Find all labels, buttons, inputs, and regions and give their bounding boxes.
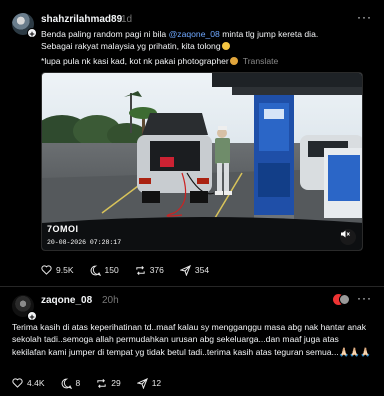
share-icon: [136, 377, 148, 389]
more-options-icon[interactable]: ···: [357, 291, 372, 305]
like-count: 4.4K: [27, 378, 45, 388]
share-count: 354: [194, 265, 210, 275]
comment-count: 8: [75, 378, 81, 388]
dashcam-brand: 7OMOI: [47, 224, 79, 234]
post-text-footnote: *lupa pula nk kasi kad, kot nk pakai pho…: [41, 55, 371, 67]
post-time[interactable]: 1d: [121, 14, 132, 25]
repost-count: 29: [111, 378, 121, 388]
heart-icon: [41, 265, 52, 275]
thread-reply: + zaqone_08 20h ··· Terima kasih di atas…: [0, 286, 384, 396]
repost-icon: [97, 378, 106, 388]
more-options-icon[interactable]: ···: [357, 10, 372, 24]
reply-username[interactable]: zaqone_08: [41, 295, 92, 306]
comment-icon: [61, 378, 72, 389]
reply-actions: 4.4K 8 29 12: [12, 376, 177, 390]
translate-link[interactable]: Translate: [243, 56, 279, 66]
smiling-emoji-icon: [221, 42, 230, 51]
speaker-muted-icon[interactable]: [340, 229, 356, 245]
repost-button[interactable]: 29: [96, 378, 121, 389]
avatar: [339, 294, 350, 305]
video-player[interactable]: 7OMOI 20-08-2026 07:28:17: [41, 72, 363, 251]
thread-post: + shahzrilahmad89 1d ··· Benda paling ra…: [0, 0, 384, 286]
post-actions: 9.5K 150 376 354: [41, 263, 225, 277]
post-username[interactable]: shahzrilahmad89: [41, 14, 122, 25]
comment-button[interactable]: 8: [61, 378, 81, 389]
like-button[interactable]: 4.4K: [12, 378, 45, 388]
reply-time[interactable]: 20h: [102, 295, 119, 306]
mention-link[interactable]: @zaqone_08: [169, 29, 220, 39]
follow-plus-icon[interactable]: +: [27, 28, 37, 39]
share-button[interactable]: 12: [136, 377, 162, 389]
follow-plus-icon[interactable]: +: [27, 311, 37, 322]
comment-icon: [90, 265, 101, 276]
post-text-part: Benda paling random pagi ni bila: [41, 29, 169, 39]
post-text-line: Sebagai rakyat malaysia yg prihatin, kit…: [41, 41, 221, 52]
reply-text: Terima kasih di atas keperihatinan td..m…: [12, 322, 371, 357]
dashcam-frame: [42, 73, 362, 250]
repost-count: 376: [149, 265, 164, 275]
repost-button[interactable]: 376: [135, 265, 164, 276]
post-text-line: *lupa pula nk kasi kad, kot nk pakai pho…: [41, 56, 229, 66]
dashcam-timestamp: 20-08-2026 07:28:17: [47, 239, 122, 246]
like-button[interactable]: 9.5K: [41, 265, 74, 275]
share-button[interactable]: 354: [179, 264, 210, 276]
heart-icon: [12, 378, 23, 388]
comment-count: 150: [104, 265, 119, 275]
post-text-part: minta tlg jump kereta dia.: [219, 29, 319, 39]
repost-icon: [136, 265, 145, 275]
share-count: 12: [151, 378, 162, 388]
comment-button[interactable]: 150: [90, 265, 119, 276]
share-icon: [179, 264, 191, 276]
like-count: 9.5K: [56, 265, 74, 275]
post-text: Benda paling random pagi ni bila @zaqone…: [41, 28, 371, 53]
person-emoji-icon: [229, 57, 238, 65]
